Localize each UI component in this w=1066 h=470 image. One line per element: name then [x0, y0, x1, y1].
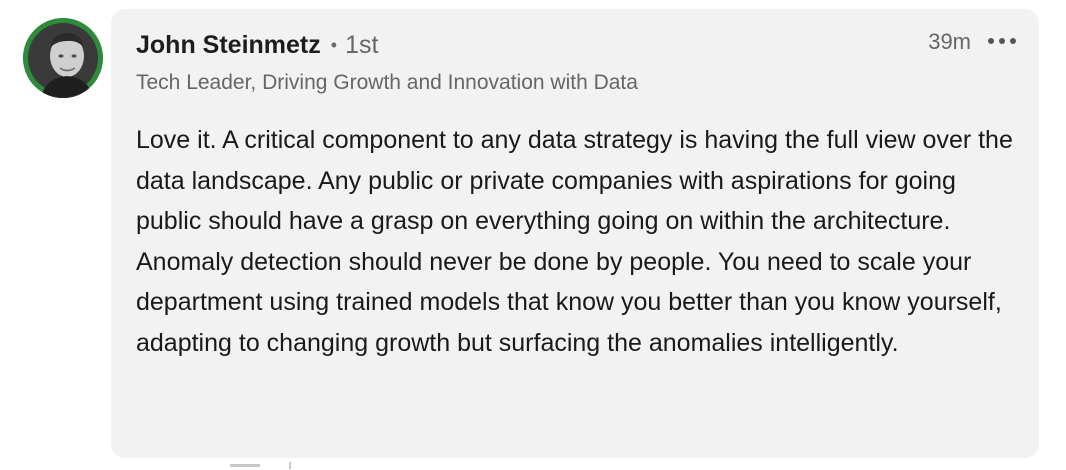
- author-headline: Tech Leader, Driving Growth and Innovati…: [136, 71, 638, 94]
- more-options-button[interactable]: [983, 29, 1021, 53]
- author-name[interactable]: John Steinmetz: [136, 31, 321, 60]
- comment-thread: John Steinmetz • 1st Tech Leader, Drivin…: [0, 0, 1066, 470]
- avatar[interactable]: [23, 18, 103, 98]
- connection-degree: 1st: [345, 31, 379, 59]
- divider: [289, 462, 291, 469]
- comment-header: John Steinmetz • 1st: [136, 31, 378, 60]
- comment-text: Love it. A critical component to any dat…: [136, 126, 1013, 357]
- profile-photo-icon: [23, 18, 103, 98]
- comment-bubble: John Steinmetz • 1st Tech Leader, Drivin…: [111, 9, 1039, 458]
- ellipsis-horizontal-icon: [988, 38, 1016, 44]
- connection-separator: •: [330, 35, 338, 55]
- comment-timestamp: 39m: [928, 29, 971, 54]
- divider: [230, 464, 260, 467]
